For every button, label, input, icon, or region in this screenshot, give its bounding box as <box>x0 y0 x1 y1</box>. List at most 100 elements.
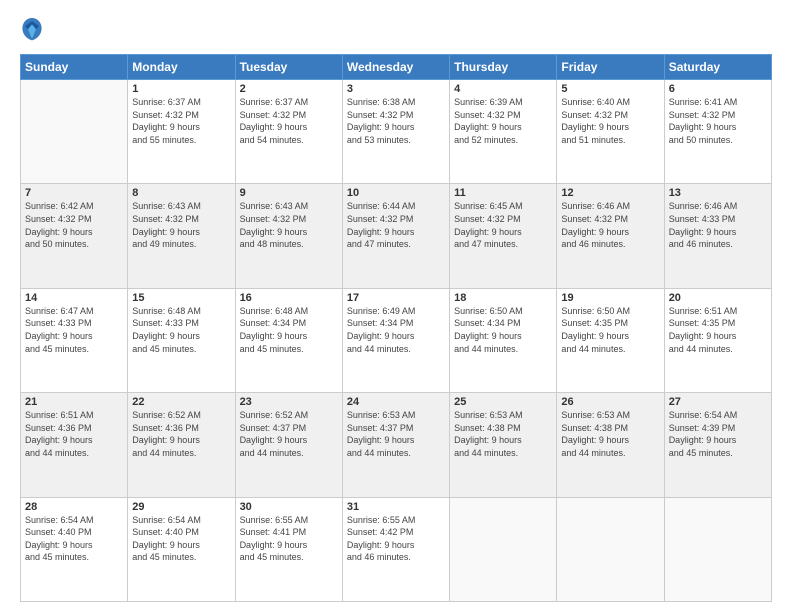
day-number: 1 <box>132 83 230 95</box>
calendar-cell: 30 Sunrise: 6:55 AM Sunset: 4:41 PM Dayl… <box>235 497 342 601</box>
calendar-cell: 12 Sunrise: 6:46 AM Sunset: 4:32 PM Dayl… <box>557 184 664 288</box>
day-number: 25 <box>454 396 552 408</box>
day-number: 10 <box>347 187 445 199</box>
day-detail: Sunrise: 6:51 AM Sunset: 4:36 PM Dayligh… <box>25 410 94 458</box>
weekday-header-wednesday: Wednesday <box>342 55 449 80</box>
day-number: 5 <box>561 83 659 95</box>
day-detail: Sunrise: 6:48 AM Sunset: 4:34 PM Dayligh… <box>240 306 309 354</box>
calendar-cell: 22 Sunrise: 6:52 AM Sunset: 4:36 PM Dayl… <box>128 393 235 497</box>
weekday-header-friday: Friday <box>557 55 664 80</box>
weekday-header-monday: Monday <box>128 55 235 80</box>
logo <box>20 16 48 44</box>
calendar-cell: 27 Sunrise: 6:54 AM Sunset: 4:39 PM Dayl… <box>664 393 771 497</box>
day-detail: Sunrise: 6:53 AM Sunset: 4:37 PM Dayligh… <box>347 410 416 458</box>
calendar-cell <box>664 497 771 601</box>
day-detail: Sunrise: 6:51 AM Sunset: 4:35 PM Dayligh… <box>669 306 738 354</box>
day-number: 15 <box>132 292 230 304</box>
calendar-cell: 23 Sunrise: 6:52 AM Sunset: 4:37 PM Dayl… <box>235 393 342 497</box>
day-detail: Sunrise: 6:54 AM Sunset: 4:39 PM Dayligh… <box>669 410 738 458</box>
calendar-cell <box>450 497 557 601</box>
day-number: 24 <box>347 396 445 408</box>
calendar-cell: 3 Sunrise: 6:38 AM Sunset: 4:32 PM Dayli… <box>342 80 449 184</box>
calendar-cell: 26 Sunrise: 6:53 AM Sunset: 4:38 PM Dayl… <box>557 393 664 497</box>
day-detail: Sunrise: 6:52 AM Sunset: 4:37 PM Dayligh… <box>240 410 309 458</box>
day-number: 11 <box>454 187 552 199</box>
calendar-cell: 14 Sunrise: 6:47 AM Sunset: 4:33 PM Dayl… <box>21 288 128 392</box>
calendar-cell: 20 Sunrise: 6:51 AM Sunset: 4:35 PM Dayl… <box>664 288 771 392</box>
header <box>20 16 772 44</box>
day-number: 16 <box>240 292 338 304</box>
calendar-cell: 15 Sunrise: 6:48 AM Sunset: 4:33 PM Dayl… <box>128 288 235 392</box>
day-number: 27 <box>669 396 767 408</box>
day-number: 3 <box>347 83 445 95</box>
calendar-cell: 11 Sunrise: 6:45 AM Sunset: 4:32 PM Dayl… <box>450 184 557 288</box>
calendar-table: SundayMondayTuesdayWednesdayThursdayFrid… <box>20 54 772 602</box>
day-detail: Sunrise: 6:54 AM Sunset: 4:40 PM Dayligh… <box>25 515 94 563</box>
day-number: 12 <box>561 187 659 199</box>
calendar-week-row: 1 Sunrise: 6:37 AM Sunset: 4:32 PM Dayli… <box>21 80 772 184</box>
day-number: 31 <box>347 501 445 513</box>
calendar-cell <box>557 497 664 601</box>
calendar-week-row: 28 Sunrise: 6:54 AM Sunset: 4:40 PM Dayl… <box>21 497 772 601</box>
calendar-cell: 24 Sunrise: 6:53 AM Sunset: 4:37 PM Dayl… <box>342 393 449 497</box>
weekday-header-saturday: Saturday <box>664 55 771 80</box>
weekday-header-thursday: Thursday <box>450 55 557 80</box>
day-number: 8 <box>132 187 230 199</box>
day-detail: Sunrise: 6:54 AM Sunset: 4:40 PM Dayligh… <box>132 515 201 563</box>
weekday-header-row: SundayMondayTuesdayWednesdayThursdayFrid… <box>21 55 772 80</box>
day-detail: Sunrise: 6:43 AM Sunset: 4:32 PM Dayligh… <box>132 201 201 249</box>
day-number: 4 <box>454 83 552 95</box>
calendar-week-row: 14 Sunrise: 6:47 AM Sunset: 4:33 PM Dayl… <box>21 288 772 392</box>
weekday-header-tuesday: Tuesday <box>235 55 342 80</box>
day-number: 6 <box>669 83 767 95</box>
day-detail: Sunrise: 6:50 AM Sunset: 4:35 PM Dayligh… <box>561 306 630 354</box>
calendar-cell: 4 Sunrise: 6:39 AM Sunset: 4:32 PM Dayli… <box>450 80 557 184</box>
day-detail: Sunrise: 6:44 AM Sunset: 4:32 PM Dayligh… <box>347 201 416 249</box>
day-detail: Sunrise: 6:46 AM Sunset: 4:33 PM Dayligh… <box>669 201 738 249</box>
calendar-cell: 21 Sunrise: 6:51 AM Sunset: 4:36 PM Dayl… <box>21 393 128 497</box>
calendar-cell: 1 Sunrise: 6:37 AM Sunset: 4:32 PM Dayli… <box>128 80 235 184</box>
day-number: 28 <box>25 501 123 513</box>
logo-icon <box>20 16 44 44</box>
day-number: 23 <box>240 396 338 408</box>
calendar-cell: 7 Sunrise: 6:42 AM Sunset: 4:32 PM Dayli… <box>21 184 128 288</box>
day-number: 17 <box>347 292 445 304</box>
calendar-cell: 6 Sunrise: 6:41 AM Sunset: 4:32 PM Dayli… <box>664 80 771 184</box>
day-detail: Sunrise: 6:42 AM Sunset: 4:32 PM Dayligh… <box>25 201 94 249</box>
calendar-cell: 31 Sunrise: 6:55 AM Sunset: 4:42 PM Dayl… <box>342 497 449 601</box>
day-number: 22 <box>132 396 230 408</box>
day-number: 14 <box>25 292 123 304</box>
day-detail: Sunrise: 6:37 AM Sunset: 4:32 PM Dayligh… <box>132 97 201 145</box>
calendar-cell: 29 Sunrise: 6:54 AM Sunset: 4:40 PM Dayl… <box>128 497 235 601</box>
day-detail: Sunrise: 6:55 AM Sunset: 4:42 PM Dayligh… <box>347 515 416 563</box>
day-detail: Sunrise: 6:50 AM Sunset: 4:34 PM Dayligh… <box>454 306 523 354</box>
day-number: 30 <box>240 501 338 513</box>
calendar-cell: 16 Sunrise: 6:48 AM Sunset: 4:34 PM Dayl… <box>235 288 342 392</box>
calendar-cell: 5 Sunrise: 6:40 AM Sunset: 4:32 PM Dayli… <box>557 80 664 184</box>
day-number: 21 <box>25 396 123 408</box>
calendar-cell: 2 Sunrise: 6:37 AM Sunset: 4:32 PM Dayli… <box>235 80 342 184</box>
calendar-cell: 18 Sunrise: 6:50 AM Sunset: 4:34 PM Dayl… <box>450 288 557 392</box>
calendar-cell: 17 Sunrise: 6:49 AM Sunset: 4:34 PM Dayl… <box>342 288 449 392</box>
calendar-cell: 13 Sunrise: 6:46 AM Sunset: 4:33 PM Dayl… <box>664 184 771 288</box>
calendar-week-row: 7 Sunrise: 6:42 AM Sunset: 4:32 PM Dayli… <box>21 184 772 288</box>
day-detail: Sunrise: 6:47 AM Sunset: 4:33 PM Dayligh… <box>25 306 94 354</box>
weekday-header-sunday: Sunday <box>21 55 128 80</box>
day-detail: Sunrise: 6:55 AM Sunset: 4:41 PM Dayligh… <box>240 515 309 563</box>
day-number: 2 <box>240 83 338 95</box>
day-detail: Sunrise: 6:41 AM Sunset: 4:32 PM Dayligh… <box>669 97 738 145</box>
day-detail: Sunrise: 6:52 AM Sunset: 4:36 PM Dayligh… <box>132 410 201 458</box>
calendar-cell: 28 Sunrise: 6:54 AM Sunset: 4:40 PM Dayl… <box>21 497 128 601</box>
day-number: 7 <box>25 187 123 199</box>
calendar-week-row: 21 Sunrise: 6:51 AM Sunset: 4:36 PM Dayl… <box>21 393 772 497</box>
day-detail: Sunrise: 6:53 AM Sunset: 4:38 PM Dayligh… <box>454 410 523 458</box>
calendar-cell: 19 Sunrise: 6:50 AM Sunset: 4:35 PM Dayl… <box>557 288 664 392</box>
day-detail: Sunrise: 6:46 AM Sunset: 4:32 PM Dayligh… <box>561 201 630 249</box>
day-detail: Sunrise: 6:53 AM Sunset: 4:38 PM Dayligh… <box>561 410 630 458</box>
calendar-cell: 25 Sunrise: 6:53 AM Sunset: 4:38 PM Dayl… <box>450 393 557 497</box>
day-detail: Sunrise: 6:48 AM Sunset: 4:33 PM Dayligh… <box>132 306 201 354</box>
page: SundayMondayTuesdayWednesdayThursdayFrid… <box>0 0 792 612</box>
calendar-cell: 10 Sunrise: 6:44 AM Sunset: 4:32 PM Dayl… <box>342 184 449 288</box>
day-number: 26 <box>561 396 659 408</box>
day-detail: Sunrise: 6:37 AM Sunset: 4:32 PM Dayligh… <box>240 97 309 145</box>
